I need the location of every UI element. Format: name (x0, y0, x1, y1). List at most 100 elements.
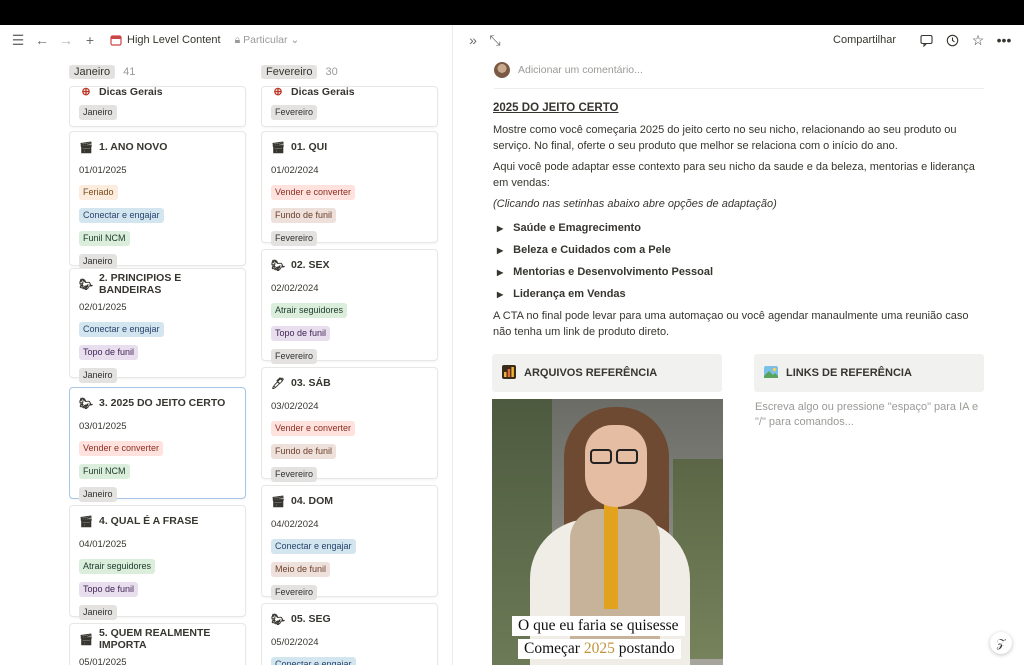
separator (494, 88, 984, 89)
photo-caption-line-2: Começar 2025 postando (518, 639, 681, 659)
board-column: Fevereiro 30 ⊕ Dicas Gerais Fevereiro 🎬︎ 01. Q… (261, 62, 439, 665)
board-card[interactable]: 🖊︎ 03. SÁB 03/02/2024 Vender e converter Fun… (261, 367, 438, 482)
right-header: » ⤡ Compartilhar ☆ ••• (453, 25, 1024, 55)
board-card[interactable]: ⊕ Dicas Gerais Janeiro (69, 86, 246, 127)
add-icon[interactable]: + (82, 32, 98, 48)
tag: Topo de funil (271, 326, 331, 341)
tag: Feriado (79, 185, 118, 200)
column-header[interactable]: Janeiro 41 (69, 62, 247, 82)
toggle-block[interactable]: ▶ Beleza e Cuidados com a Pele (497, 239, 985, 261)
clapper-icon: 🎬︎ (79, 141, 93, 154)
card-date: 03/01/2025 (79, 421, 127, 432)
board-card[interactable]: 🎬︎ 4. QUAL É A FRASE 04/01/2025 Atrair segu… (69, 505, 246, 620)
triangle-right-icon[interactable]: ▶ (497, 290, 503, 299)
chevron-down-icon: ⌄ (290, 34, 300, 46)
clapper-icon: 🎬︎ (271, 141, 285, 154)
card-title: 🖊︎ 03. SÁB (271, 377, 331, 390)
card-date: 02/01/2025 (79, 302, 127, 313)
column-title: Fevereiro (261, 65, 318, 79)
card-date: 01/01/2025 (79, 165, 127, 176)
tag: Fevereiro (271, 467, 318, 482)
tag: Vender e converter (79, 441, 164, 456)
column-title: Janeiro (69, 65, 116, 79)
toggle-block[interactable]: ▶ Liderança em Vendas (497, 283, 985, 305)
board-card[interactable]: 🐎︎ 02. SEX 02/02/2024 Atrair seguidores Topo… (261, 249, 438, 364)
triangle-right-icon[interactable]: ▶ (497, 224, 503, 233)
tag: Janeiro (79, 254, 117, 269)
toggle-block[interactable]: ▶ Mentorias e Desenvolvimento Pessoal (497, 261, 985, 283)
plus-badge-icon: ⊕ (273, 86, 283, 98)
menu-icon[interactable]: ☰ (10, 32, 26, 48)
card-title: 🎬︎ 1. ANO NOVO (79, 141, 168, 154)
comment-row[interactable]: Adicionar um comentário... (494, 62, 643, 78)
tag: Janeiro (79, 105, 117, 120)
paragraph-3: (Clicando nas setinhas abaixo abre opçõe… (493, 198, 777, 210)
triangle-right-icon[interactable]: ▶ (497, 268, 503, 277)
editor-placeholder[interactable]: Escreva algo ou pressione "espaço" para … (755, 400, 987, 430)
reference-photo[interactable]: O que eu faria se quisesse Começar 2025 … (492, 399, 723, 665)
photo-caption-line-1: O que eu faria se quisesse (512, 616, 685, 636)
tag: Funil NCM (79, 464, 130, 479)
tag: Vender e converter (271, 185, 356, 200)
tag: Fevereiro (271, 231, 318, 246)
card-title: 🎬︎ 04. DOM (271, 495, 334, 508)
tag: Atrair seguidores (79, 559, 156, 574)
paragraph-4: A CTA no final pode levar para uma autom… (493, 310, 969, 338)
triangle-right-icon[interactable]: ▶ (497, 246, 503, 255)
card-title: 🎬︎ 4. QUAL É A FRASE (79, 515, 199, 528)
clock-icon[interactable] (944, 32, 960, 48)
tag: Fevereiro (271, 105, 318, 120)
card-date: 05/02/2024 (271, 637, 319, 648)
card-title: 🐎︎ 3. 2025 DO JEITO CERTO (79, 397, 226, 410)
comment-placeholder: Adicionar um comentário... (518, 64, 643, 76)
clapper-icon: 🎬︎ (271, 495, 285, 508)
reference-files-callout[interactable]: ARQUIVOS REFERÊNCIA (492, 354, 722, 392)
ai-assistant-button[interactable]: 𝒵 (990, 632, 1012, 654)
card-date: 04/02/2024 (271, 519, 319, 530)
content-heading: 2025 DO JEITO CERTO (493, 102, 619, 114)
tag: Topo de funil (79, 345, 139, 360)
tag: Conectar e engajar (271, 539, 356, 554)
comment-icon[interactable] (918, 32, 934, 48)
star-icon[interactable]: ☆ (970, 32, 986, 48)
board-card[interactable]: 🐎︎ 2. PRINCIPIOS E BANDEIRAS 02/01/2025 Con… (69, 268, 246, 383)
paragraph-1: Mostre como você começaria 2025 do jeito… (493, 124, 957, 152)
expand-icon[interactable]: ⤡ (487, 32, 503, 48)
tag: Janeiro (79, 368, 117, 383)
toggle-block[interactable]: ▶ Saúde e Emagrecimento (497, 217, 985, 239)
breadcrumb[interactable]: High Level Content (110, 34, 221, 46)
card-date: 01/02/2024 (271, 165, 319, 176)
board-card[interactable]: 🐎︎ 05. SEG 05/02/2024 Conectar e engajar (261, 603, 438, 665)
card-date: 04/01/2025 (79, 539, 127, 550)
paragraph-2: Aqui você pode adaptar esse contexto par… (493, 161, 975, 189)
card-title: ⊕ Dicas Gerais (271, 85, 354, 99)
column-header[interactable]: Fevereiro 30 (261, 62, 439, 82)
tag: Fevereiro (271, 585, 318, 600)
board-card[interactable]: ⊕ Dicas Gerais Fevereiro (261, 86, 438, 127)
board-card[interactable]: 🎬︎ 01. QUI 01/02/2024 Vender e converter Fun… (261, 131, 438, 246)
tag: Meio de funil (271, 562, 331, 577)
tag: Vender e converter (271, 421, 356, 436)
back-arrow-icon[interactable]: ← (34, 32, 50, 48)
card-date: 05/01/2025 (79, 657, 127, 665)
collapse-panel-icon[interactable]: » (465, 32, 481, 48)
board-card[interactable]: 🎬︎ 1. ANO NOVO 01/01/2025 Feriado Conectar e… (69, 131, 246, 269)
tag: Atrair seguidores (271, 303, 348, 318)
panel-divider[interactable] (452, 25, 453, 665)
board-card[interactable]: 🐎︎ 3. 2025 DO JEITO CERTO 03/01/2025 Vender… (69, 387, 246, 502)
share-button[interactable]: Compartilhar (833, 34, 896, 46)
board-card[interactable]: 🎬︎ 5. QUEM REALMENTE IMPORTA 05/01/2025 (69, 623, 246, 665)
clapper-icon: 🎬︎ (79, 633, 93, 646)
card-title: 🎬︎ 5. QUEM REALMENTE IMPORTA (79, 627, 211, 651)
forward-arrow-icon[interactable]: → (58, 32, 74, 48)
tag: Fundo de funil (271, 444, 337, 459)
tag: Conectar e engajar (271, 657, 356, 665)
page-title: High Level Content (127, 34, 221, 46)
reference-links-callout[interactable]: LINKS DE REFERÊNCIA (754, 354, 984, 392)
more-icon[interactable]: ••• (996, 32, 1012, 48)
board-card[interactable]: 🎬︎ 04. DOM 04/02/2024 Conectar e engajar Mei… (261, 485, 438, 600)
reference-links-label: LINKS DE REFERÊNCIA (786, 367, 912, 379)
card-title: 🐎︎ 02. SEX (271, 259, 330, 272)
calendar-icon (110, 35, 122, 46)
privacy-selector[interactable]: 🔒︎ Particular ⌄ (235, 34, 300, 47)
